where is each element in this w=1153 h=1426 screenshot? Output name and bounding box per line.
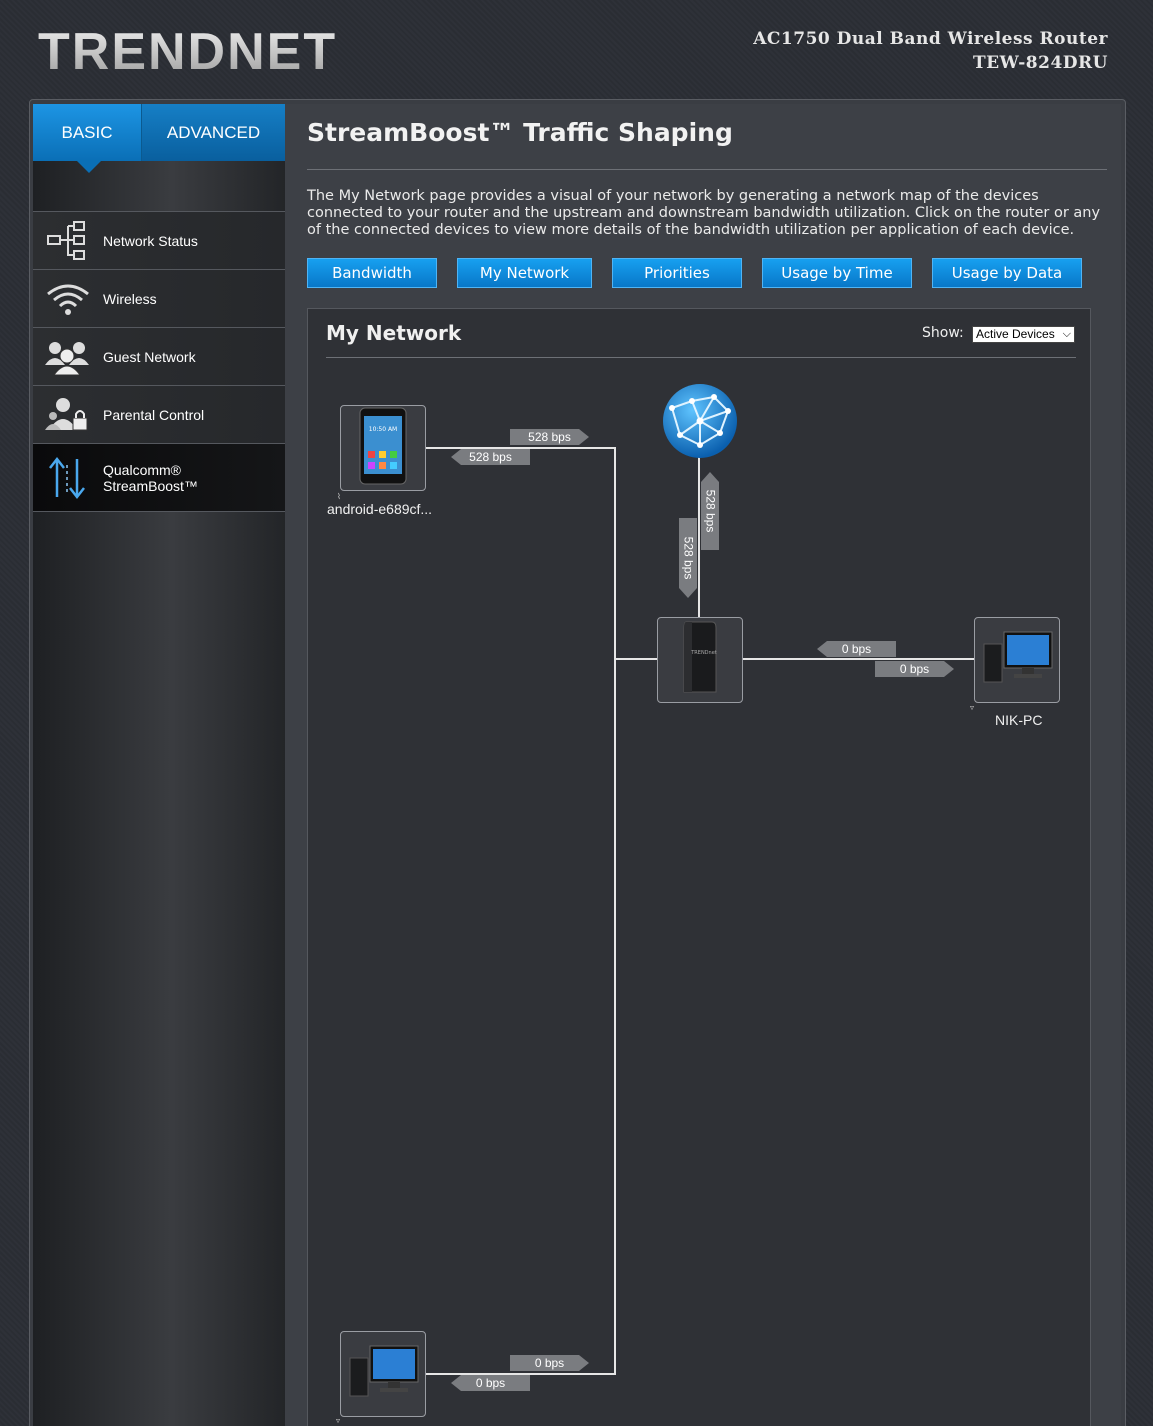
chevron-down-icon: ⌵ [1062, 328, 1071, 340]
page-description: The My Network page provides a visual of… [307, 188, 1101, 238]
network-status-icon [33, 220, 103, 261]
wifi-indicator-icon: ⌇ [337, 492, 341, 501]
title-divider [307, 169, 1107, 170]
streamboost-label-line2: StreamBoost™ [103, 477, 198, 494]
nik-pc-upstream-rate: 0 bps [817, 641, 896, 657]
link-android [425, 447, 616, 449]
pc-device-node[interactable] [340, 1331, 426, 1417]
sidebar-item-parental-control[interactable]: Parental Control [33, 385, 285, 443]
link-pc2 [425, 1373, 616, 1375]
show-filter-select[interactable]: Active Devices ⌵ [972, 326, 1075, 343]
tab-advanced[interactable]: ADVANCED [141, 104, 285, 161]
router-icon: TRENDnet [680, 620, 720, 700]
desktop-pc-icon [346, 1344, 420, 1404]
android-device-node[interactable]: 10:50 AM [340, 405, 426, 491]
bandwidth-button[interactable]: Bandwidth [307, 258, 437, 288]
wired-indicator-icon: ▿ [970, 703, 975, 712]
sidebar-item-wireless[interactable]: Wireless [33, 269, 285, 327]
sidebar-item-label: Parental Control [103, 406, 205, 423]
streamboost-label-line1: Qualcomm® [103, 461, 181, 478]
pc-downstream-rate: 0 bps [451, 1375, 530, 1391]
link-nikpc [742, 658, 975, 660]
internet-globe-icon[interactable] [662, 383, 738, 459]
page-title: StreamBoost™ Traffic Shaping [307, 118, 733, 147]
guest-users-icon [33, 339, 103, 375]
nik-pc-name: NIK-PC [995, 712, 1043, 728]
sidebar-item-label: Network Status [103, 232, 198, 249]
android-device-name: android-e689cf... [327, 501, 433, 517]
nik-pc-node[interactable] [974, 617, 1060, 703]
svg-text:TRENDnet: TRENDnet [690, 650, 717, 656]
sidebar-item-streamboost[interactable]: Qualcomm® StreamBoost™ [33, 443, 294, 513]
android-upstream-rate: 528 bps [510, 429, 589, 445]
tablet-icon: 10:50 AM [359, 407, 407, 489]
my-network-button[interactable]: My Network [457, 258, 592, 288]
android-downstream-rate: 528 bps [451, 449, 530, 465]
nik-pc-downstream-rate: 0 bps [875, 661, 954, 677]
internet-upstream-rate: 528 bps [701, 472, 719, 550]
sidebar-item-guest-network[interactable]: Guest Network [33, 327, 285, 385]
trendnet-logo: TRENDNET [38, 23, 338, 81]
sidebar-item-network-status[interactable]: Network Status [33, 211, 285, 269]
internet-upstream-label: 528 bps [703, 489, 718, 533]
priorities-button[interactable]: Priorities [612, 258, 742, 288]
panel-title: My Network [326, 321, 462, 345]
main-content: StreamBoost™ Traffic Shaping The My Netw… [285, 104, 1121, 1426]
sidebar-menu: Network Status Wireless Guest Network Pa… [33, 211, 294, 513]
tab-basic[interactable]: BASIC [33, 104, 141, 173]
up-down-arrows-icon [33, 455, 103, 501]
model-number: TEW-824DRU [972, 53, 1108, 73]
internet-downstream-rate: 528 bps [679, 518, 697, 598]
wifi-icon [33, 282, 103, 316]
mode-tabs: BASIC ADVANCED [33, 104, 285, 173]
usage-by-time-button[interactable]: Usage by Time [762, 258, 912, 288]
panel-divider [326, 357, 1076, 358]
sidebar-item-label: Guest Network [103, 348, 196, 365]
product-info: AC1750 Dual Band Wireless Router TEW-824… [753, 27, 1108, 75]
sidebar: BASIC ADVANCED Network Status Wireless G… [33, 104, 294, 1426]
sidebar-item-label: Wireless [103, 290, 157, 307]
svg-text:10:50 AM: 10:50 AM [369, 426, 397, 433]
internet-downstream-label: 528 bps [681, 536, 696, 580]
parental-lock-icon [33, 396, 103, 434]
show-label: Show: [922, 325, 964, 341]
link-trunk-router [616, 658, 658, 660]
show-filter-value: Active Devices [976, 327, 1055, 341]
router-node[interactable]: TRENDnet [657, 617, 743, 703]
sidebar-item-label: Qualcomm® StreamBoost™ [103, 462, 198, 494]
link-internet [698, 455, 700, 618]
link-trunk [614, 447, 616, 1375]
usage-by-data-button[interactable]: Usage by Data [932, 258, 1082, 288]
wired-indicator-icon: ▿ [336, 1416, 341, 1425]
product-name: AC1750 Dual Band Wireless Router [753, 29, 1108, 49]
pc-upstream-rate: 0 bps [510, 1355, 589, 1371]
desktop-pc-icon [980, 630, 1054, 690]
